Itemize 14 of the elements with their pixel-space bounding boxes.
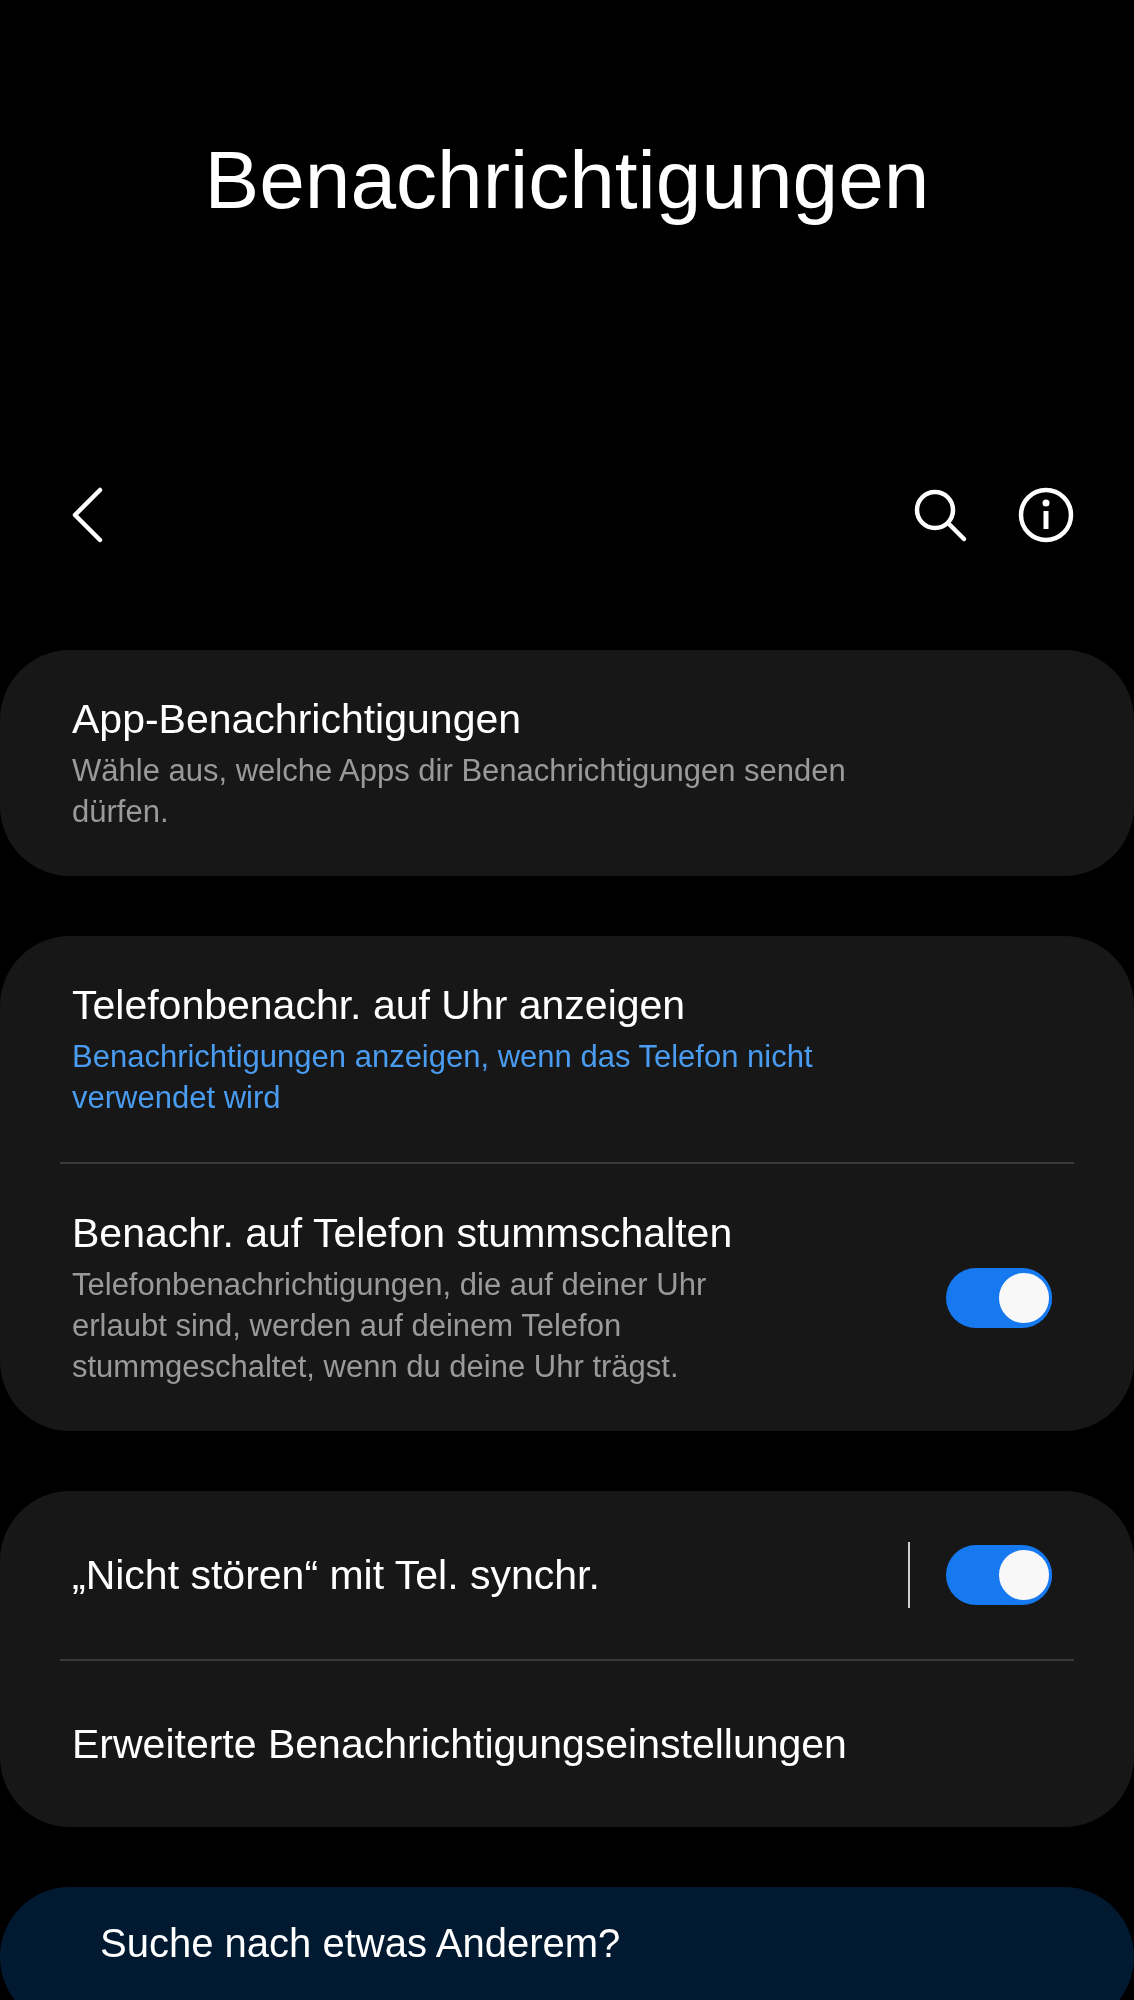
back-icon[interactable] xyxy=(70,487,104,543)
setting-title[interactable]: „Nicht stören“ mit Tel. synchr. xyxy=(72,1550,872,1600)
setting-description: Telefonbenachrichtigungen, die auf deiner Uhr erlaubt sind, werden auf deinem Telefon stummgeschaltet, wenn du deine Uhr trägst. xyxy=(72,1266,708,1386)
page-title: Benachrichtigungen xyxy=(204,133,930,227)
setting-title[interactable]: App-Benachrichtigungen xyxy=(72,694,1062,744)
setting-description: Wähle aus, welche Apps dir Benachrichtigungen senden dürfen. xyxy=(72,752,847,831)
setting-description: Benachrichtigungen anzeigen, wenn das Telefon nicht verwendet wird xyxy=(72,1038,814,1117)
info-icon[interactable] xyxy=(1018,487,1074,543)
setting-title[interactable]: Benachr. auf Telefon stummschalten xyxy=(72,1208,946,1258)
suggestion-title: Suche nach etwas Anderem? xyxy=(100,1921,622,1965)
setting-title[interactable]: Erweiterte Benachrichtigungseinstellungen xyxy=(72,1719,1062,1769)
setting-title[interactable]: Telefonbenachr. auf Uhr anzeigen xyxy=(72,980,1062,1030)
toggle-switch[interactable] xyxy=(946,1545,1052,1605)
search-icon[interactable] xyxy=(912,487,968,543)
